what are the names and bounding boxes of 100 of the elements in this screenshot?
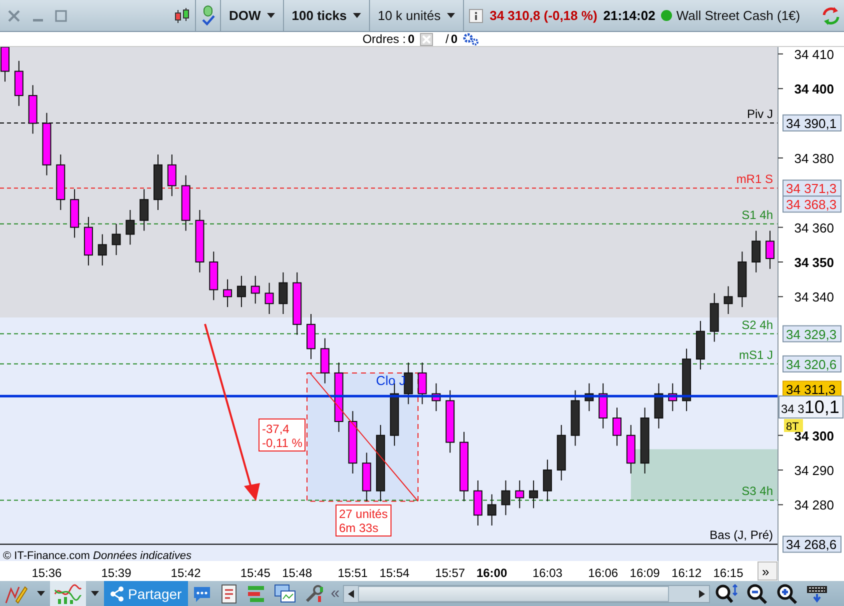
symbol-dropdown[interactable]: DOW (223, 8, 281, 23)
candle (404, 362, 413, 405)
time-tick-label: 15:39 (101, 566, 132, 580)
level-label: Bas (J, Pré) (710, 528, 773, 542)
candle (250, 275, 260, 304)
level-label: mR1 S (736, 172, 773, 186)
interval-dropdown[interactable]: 100 ticks (286, 8, 367, 23)
candle (418, 362, 427, 405)
candle (432, 382, 441, 412)
scrollbar-thumb[interactable] (358, 586, 669, 602)
time-tick-label: 16:06 (588, 566, 618, 580)
time-tick-label: 15:54 (379, 566, 410, 580)
candle (292, 272, 302, 336)
price-label: 34 329,3 (782, 325, 842, 342)
candle (362, 452, 372, 502)
scroll-back-button[interactable]: « (328, 584, 343, 602)
orders-separator: / (446, 32, 449, 46)
candle (236, 275, 246, 308)
level-label: S3 4h (742, 484, 773, 498)
time-tick-label: 16:12 (672, 566, 702, 580)
candle (710, 292, 719, 342)
level-label: S1 4h (742, 208, 773, 222)
candle (473, 480, 482, 526)
time-tick-label: 15:45 (240, 566, 270, 580)
axis-tick-label: 34 360 (794, 220, 834, 236)
candle (181, 174, 190, 232)
time-tick-label: 15:57 (435, 566, 466, 580)
quote-text: 34 310,8 (-0,18 %) (490, 8, 598, 23)
candle (598, 382, 608, 429)
change-label-background (258, 418, 306, 452)
axis-tick-label: 34 410 (794, 47, 834, 62)
level-label: mS1 J (738, 348, 773, 362)
candle (0, 47, 10, 82)
indicators-icon[interactable] (50, 581, 86, 606)
size-dropdown[interactable]: 10 k unités (372, 8, 461, 23)
horizontal-scrollbar[interactable] (342, 584, 710, 602)
candle (682, 348, 692, 412)
tick-count-badge: 8T (784, 419, 803, 433)
candle (140, 188, 149, 232)
range-units: 27 unités (339, 507, 388, 521)
axis-tick-label: 34 380 (794, 150, 834, 166)
candle (766, 230, 774, 270)
candle (460, 431, 468, 502)
candle (14, 60, 24, 106)
level-label: Piv J (746, 106, 773, 121)
candle (278, 272, 288, 314)
candle (348, 410, 358, 474)
candle (696, 320, 705, 370)
change-percent: -0,11 % (262, 436, 302, 450)
scroll-more-button[interactable]: » (758, 562, 778, 580)
time-tick-label: 16:09 (630, 566, 660, 580)
candle (223, 278, 232, 308)
candle (752, 230, 761, 273)
candle (98, 234, 107, 266)
status-dot (661, 10, 672, 21)
axis-tick-label: 34 280 (794, 498, 834, 513)
time-tick-label: 15:36 (32, 566, 62, 580)
orders-label: Ordres : (362, 32, 406, 46)
candle (28, 84, 38, 134)
candle (334, 362, 344, 432)
candle (126, 209, 135, 246)
candle (556, 424, 566, 481)
axis-tick-label: 34 400 (794, 82, 834, 97)
candle (195, 209, 204, 273)
candle (570, 390, 580, 446)
price-label: 34 268,6 (782, 536, 842, 553)
candle (584, 382, 594, 412)
change-value: -37,4 (262, 422, 290, 436)
candle (542, 459, 552, 502)
current-price-label: 34 311,3 (782, 380, 842, 398)
candle (668, 382, 678, 412)
clock-text: 21:14:02 (603, 8, 656, 23)
candle (640, 407, 650, 474)
axis-tick-label: 34 290 (794, 463, 834, 478)
candle (42, 112, 52, 176)
candle (167, 154, 176, 197)
candle (320, 338, 330, 384)
candle (654, 382, 664, 429)
candle (724, 286, 733, 314)
time-tick-label: 15:48 (282, 566, 312, 580)
share-button[interactable]: Partager (104, 581, 188, 606)
candle (738, 251, 747, 308)
candle (612, 407, 622, 446)
range-duration: 6m 33s (339, 521, 378, 535)
price-label: 34 320,6 (782, 355, 842, 372)
candle (501, 480, 510, 516)
price-label: 34 368,3 (782, 196, 842, 213)
instrument-name: Wall Street Cash (1€) (676, 8, 800, 23)
level-label: S2 4h (742, 318, 773, 332)
candle (112, 223, 121, 256)
footer-source: © IT-Finance.com Données indicatives (3, 550, 192, 562)
share-icon (110, 586, 124, 602)
pending-count: 0 (450, 32, 458, 46)
price-label: 34 390,1 (782, 114, 842, 132)
time-tick-label: 15:51 (338, 566, 368, 580)
candle (154, 154, 162, 210)
candle (446, 390, 455, 454)
candle (515, 480, 524, 509)
candle (487, 494, 496, 526)
candle (626, 424, 636, 474)
